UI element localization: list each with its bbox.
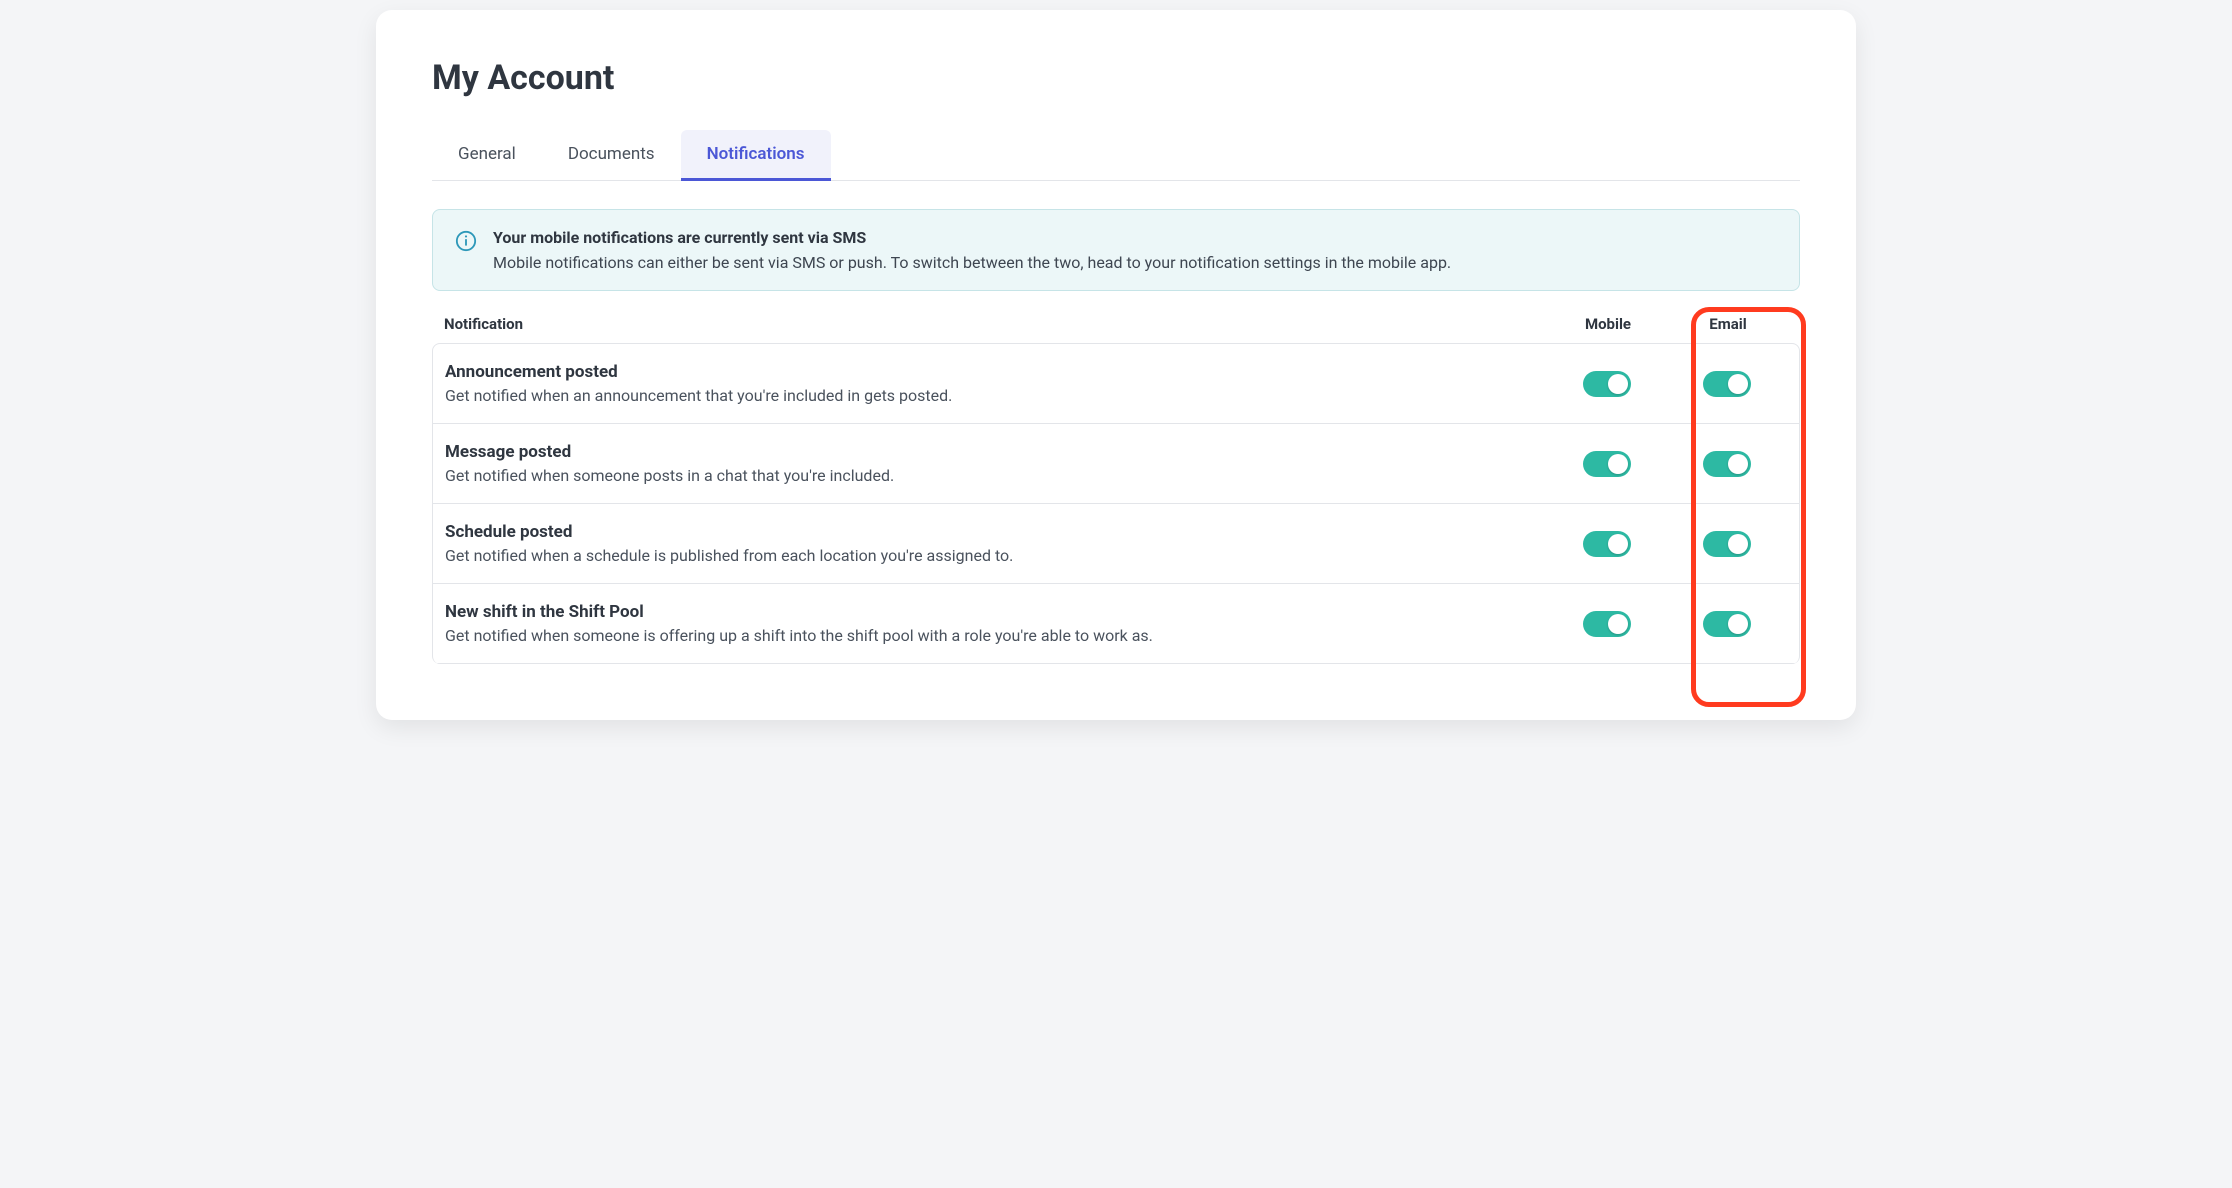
table-header-row: Notification Mobile Email [432, 315, 1800, 343]
row-title: Announcement posted [445, 362, 1547, 382]
tab-notifications[interactable]: Notifications [681, 130, 831, 181]
notification-rows: Announcement posted Get notified when an… [432, 343, 1800, 664]
toggle-mobile-schedule[interactable] [1583, 531, 1631, 557]
notification-row: New shift in the Shift Pool Get notified… [433, 584, 1799, 664]
notification-row: Schedule posted Get notified when a sche… [433, 504, 1799, 584]
tab-row: General Documents Notifications [432, 130, 1800, 181]
row-title: Message posted [445, 442, 1547, 462]
row-description: Get notified when a schedule is publishe… [445, 546, 1547, 565]
banner-body: Mobile notifications can either be sent … [493, 253, 1777, 272]
row-description: Get notified when someone posts in a cha… [445, 466, 1547, 485]
toggle-mobile-announcement[interactable] [1583, 371, 1631, 397]
toggle-mobile-shiftpool[interactable] [1583, 611, 1631, 637]
info-icon [455, 230, 477, 252]
tab-documents[interactable]: Documents [542, 130, 681, 180]
toggle-mobile-message[interactable] [1583, 451, 1631, 477]
column-header-notification: Notification [444, 315, 1548, 333]
notification-row: Message posted Get notified when someone… [433, 424, 1799, 504]
row-title: New shift in the Shift Pool [445, 602, 1547, 622]
column-header-mobile: Mobile [1548, 315, 1668, 333]
toggle-email-message[interactable] [1703, 451, 1751, 477]
row-description: Get notified when someone is offering up… [445, 626, 1547, 645]
notification-settings-area: Notification Mobile Email Announcement p… [432, 315, 1800, 664]
banner-title: Your mobile notifications are currently … [493, 228, 1777, 247]
sms-info-banner: Your mobile notifications are currently … [432, 209, 1800, 291]
row-title: Schedule posted [445, 522, 1547, 542]
toggle-email-shiftpool[interactable] [1703, 611, 1751, 637]
tab-general[interactable]: General [432, 130, 542, 180]
row-description: Get notified when an announcement that y… [445, 386, 1547, 405]
toggle-email-announcement[interactable] [1703, 371, 1751, 397]
page-title: My Account [432, 58, 1800, 98]
toggle-email-schedule[interactable] [1703, 531, 1751, 557]
column-header-email: Email [1668, 315, 1788, 333]
notification-row: Announcement posted Get notified when an… [433, 344, 1799, 424]
account-settings-card: My Account General Documents Notificatio… [376, 10, 1856, 720]
